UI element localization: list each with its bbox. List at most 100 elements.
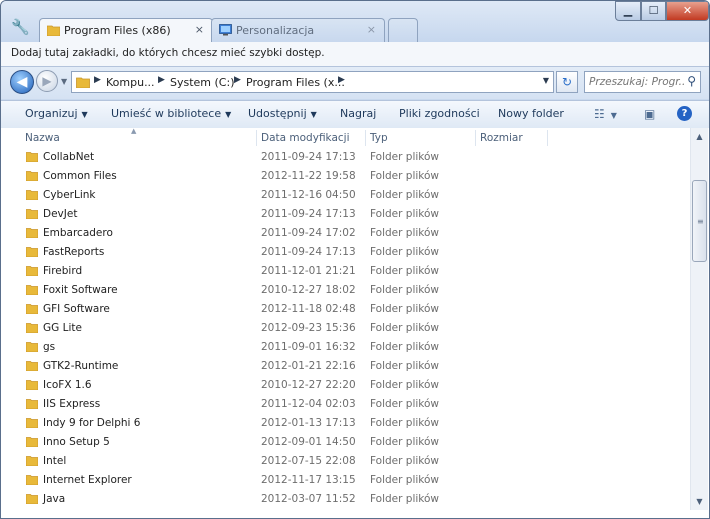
search-icon[interactable]: ⚲ <box>687 74 696 88</box>
address-bar[interactable]: ▶ Kompu... ▶ System (C:) ▶ Program Files… <box>71 71 554 93</box>
table-row[interactable]: Inno Setup 5 2012-09-01 14:50 Folder plikó… <box>1 433 689 452</box>
column-headers: ▲ Nazwa Data modyfikacji Typ Rozmiar <box>1 127 689 148</box>
preview-pane-icon[interactable]: ▣ <box>644 107 655 121</box>
breadcrumb-separator-icon[interactable]: ▶ <box>158 75 165 85</box>
column-divider[interactable] <box>475 130 476 146</box>
share-button[interactable]: Udostępnij ▼ <box>248 107 317 120</box>
table-row[interactable]: Foxit Software 2010-12-27 18:02 Folder pli… <box>1 281 689 300</box>
burn-button[interactable]: Nagraj <box>340 107 376 120</box>
folder-icon <box>26 437 38 447</box>
file-name: Indy 9 for Delphi 6 <box>43 417 141 429</box>
tab-program-files[interactable]: Program Files (x86) × <box>39 18 213 42</box>
file-name: gs <box>43 341 56 353</box>
folder-icon <box>26 342 38 352</box>
compatibility-files-button[interactable]: Pliki zgodności <box>399 107 480 120</box>
maximize-button[interactable]: ☐ <box>641 1 666 21</box>
folder-icon <box>26 304 38 314</box>
minimize-button[interactable]: ▁ <box>615 1 641 21</box>
column-divider[interactable] <box>365 130 366 146</box>
view-options-icon[interactable]: ☷ ▼ <box>594 107 617 121</box>
breadcrumb-separator-icon[interactable]: ▶ <box>94 75 101 85</box>
breadcrumb-program-files[interactable]: Program Files (x... <box>246 76 345 89</box>
folder-icon <box>26 247 38 257</box>
help-icon[interactable]: ? <box>677 106 692 121</box>
vertical-scrollbar[interactable]: ▲ ≡ ▼ <box>690 128 708 510</box>
table-row[interactable]: Internet Explorer 2012-11-17 13:15 Folder … <box>1 471 689 490</box>
column-divider[interactable] <box>547 130 548 146</box>
include-in-library-button[interactable]: Umieść w bibliotece ▼ <box>111 107 231 120</box>
address-row: ◀ ▶ ▼ ▶ Kompu... ▶ System (C:) ▶ Program… <box>1 67 709 99</box>
address-dropdown-icon[interactable]: ▼ <box>543 76 549 85</box>
file-type: Folder plików <box>370 151 440 163</box>
table-row[interactable]: Common Files 2012-11-22 19:58 Folder plikó… <box>1 167 689 186</box>
search-input[interactable] <box>585 72 688 92</box>
tab-personalizacja[interactable]: Personalizacja × <box>211 18 385 42</box>
file-type: Folder plików <box>370 455 440 467</box>
breadcrumb-separator-icon[interactable]: ▶ <box>338 75 345 85</box>
table-row[interactable]: Embarcadero 2011-09-24 17:02 Folder plików <box>1 224 689 243</box>
table-row[interactable]: IIS Express 2011-12-04 02:03 Folder plików <box>1 395 689 414</box>
file-name: Intel <box>43 455 67 467</box>
table-row[interactable]: CyberLink 2011-12-16 04:50 Folder plików <box>1 186 689 205</box>
file-type: Folder plików <box>370 303 440 315</box>
table-row[interactable]: CollabNet 2011-09-24 17:13 Folder plików <box>1 148 689 167</box>
bookmarks-hint: Dodaj tutaj zakładki, do których chcesz … <box>11 47 325 59</box>
tab-close-icon[interactable]: × <box>367 23 376 36</box>
file-type: Folder plików <box>370 398 440 410</box>
breadcrumb-system-c[interactable]: System (C:) <box>170 76 235 89</box>
table-row[interactable]: GG Lite 2012-09-23 15:36 Folder plików <box>1 319 689 338</box>
scrollbar-thumb[interactable]: ≡ <box>692 180 707 262</box>
scroll-up-icon[interactable]: ▲ <box>691 128 708 145</box>
history-dropdown-icon[interactable]: ▼ <box>61 77 67 86</box>
table-row[interactable]: Indy 9 for Delphi 6 2012-01-13 17:13 Folde… <box>1 414 689 433</box>
file-name: GG Lite <box>43 322 82 334</box>
file-date: 2011-09-24 17:13 <box>261 208 356 220</box>
column-size[interactable]: Rozmiar <box>480 132 523 144</box>
file-date: 2012-01-21 22:16 <box>261 360 356 372</box>
back-button[interactable]: ◀ <box>10 70 34 94</box>
file-type: Folder plików <box>370 493 440 505</box>
file-date: 2011-12-16 04:50 <box>261 189 356 201</box>
column-type[interactable]: Typ <box>370 132 388 144</box>
table-row[interactable]: Intel 2012-07-15 22:08 Folder plików <box>1 452 689 471</box>
table-row[interactable]: gs 2011-09-01 16:32 Folder plików <box>1 338 689 357</box>
chevron-down-icon: ▼ <box>225 110 232 119</box>
column-divider[interactable] <box>256 130 257 146</box>
file-date: 2012-09-01 14:50 <box>261 436 356 448</box>
file-date: 2011-09-24 17:13 <box>261 246 356 258</box>
file-date: 2010-12-27 22:20 <box>261 379 356 391</box>
folder-icon <box>26 399 38 409</box>
breadcrumb-separator-icon[interactable]: ▶ <box>234 75 241 85</box>
wrench-icon[interactable]: 🔧 <box>11 18 30 36</box>
file-name: DevJet <box>43 208 78 220</box>
refresh-button[interactable]: ↻ <box>556 71 578 93</box>
forward-button[interactable]: ▶ <box>36 70 58 92</box>
file-name: Foxit Software <box>43 284 118 296</box>
organize-label: Organizuj <box>25 107 78 120</box>
file-type: Folder plików <box>370 379 440 391</box>
share-label: Udostępnij <box>248 107 307 120</box>
table-row[interactable]: GFI Software 2012-11-18 02:48 Folder plikó… <box>1 300 689 319</box>
file-type: Folder plików <box>370 265 440 277</box>
chevron-down-icon: ▼ <box>81 110 88 119</box>
breadcrumb-computer[interactable]: Kompu... <box>106 76 155 89</box>
file-date: 2012-01-13 17:13 <box>261 417 356 429</box>
column-name[interactable]: Nazwa <box>25 132 60 144</box>
table-row[interactable]: FastReports 2011-09-24 17:13 Folder plików <box>1 243 689 262</box>
scroll-down-icon[interactable]: ▼ <box>691 493 708 510</box>
table-row[interactable]: IcoFX 1.6 2010-12-27 22:20 Folder plików <box>1 376 689 395</box>
folder-icon <box>26 228 38 238</box>
new-folder-button[interactable]: Nowy folder <box>498 107 564 120</box>
table-row[interactable]: DevJet 2011-09-24 17:13 Folder plików <box>1 205 689 224</box>
file-date: 2012-09-23 15:36 <box>261 322 356 334</box>
new-tab-button[interactable] <box>388 18 418 42</box>
folder-icon <box>26 285 38 295</box>
organize-button[interactable]: Organizuj ▼ <box>25 107 88 120</box>
table-row[interactable]: GTK2-Runtime 2012-01-21 22:16 Folder plikó… <box>1 357 689 376</box>
close-button[interactable]: ✕ <box>666 1 709 21</box>
tab-close-icon[interactable]: × <box>195 23 204 36</box>
table-row[interactable]: Java 2012-03-07 11:52 Folder plików <box>1 490 689 509</box>
table-row[interactable]: Firebird 2011-12-01 21:21 Folder plików <box>1 262 689 281</box>
column-date-modified[interactable]: Data modyfikacji <box>261 132 350 144</box>
file-type: Folder plików <box>370 322 440 334</box>
